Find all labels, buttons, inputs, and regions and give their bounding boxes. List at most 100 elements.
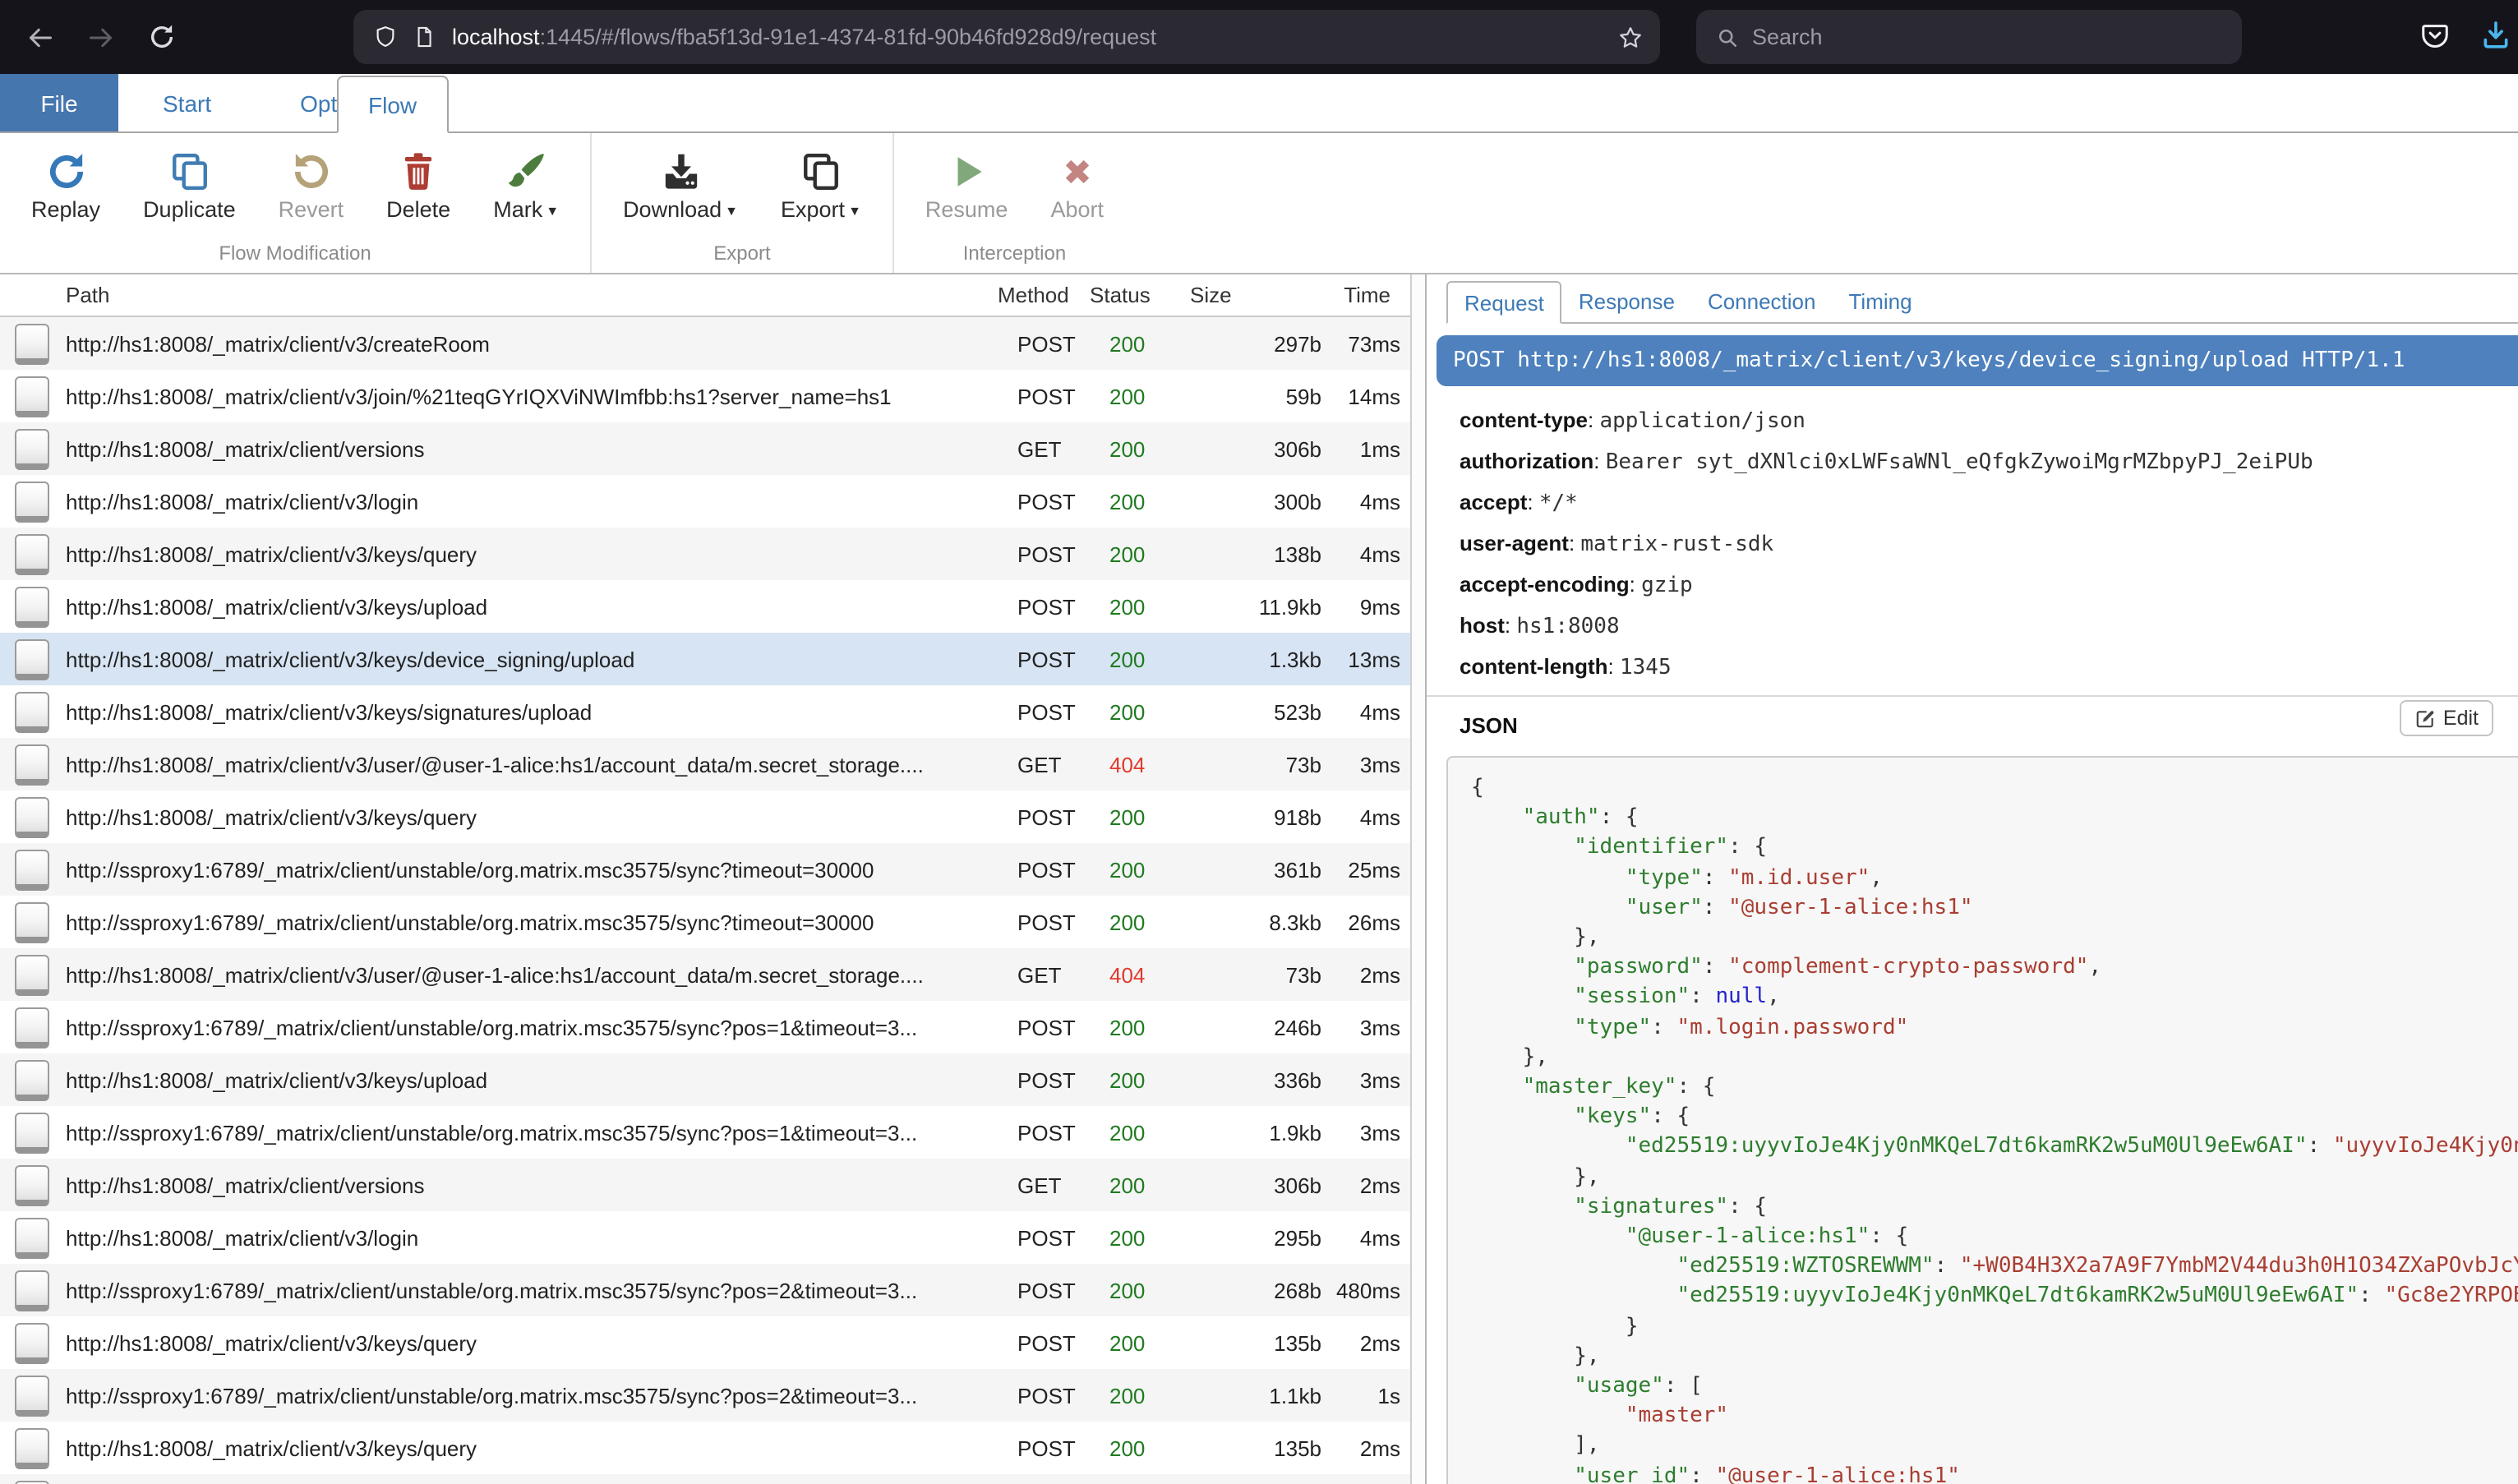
flow-row[interactable]: http://hs1:8008/_matrix/client/v3/keys/q…: [0, 790, 1410, 843]
menu-file-button[interactable]: File: [0, 74, 118, 131]
flow-time: 73ms: [1321, 331, 1410, 356]
flow-method: POST: [1017, 1015, 1109, 1039]
tab-request[interactable]: Request: [1446, 281, 1562, 324]
flow-row[interactable]: http://hs1:8008/_matrix/client/v3/keys/s…: [0, 685, 1410, 738]
flow-row[interactable]: http://hs1:8008/_matrix/client/v3/keys/u…: [0, 1053, 1410, 1106]
tab-timing[interactable]: Timing: [1833, 281, 1929, 324]
column-header-time[interactable]: Time: [1312, 283, 1410, 307]
flow-size: 295b: [1200, 1225, 1321, 1250]
flow-row[interactable]: http://ssproxy1:6789/_matrix/client/unst…: [0, 1106, 1410, 1159]
flow-path: http://hs1:8008/_matrix/client/v3/keys/u…: [62, 1067, 1017, 1092]
document-icon: [15, 638, 49, 680]
shield-icon[interactable]: [373, 25, 398, 49]
flow-size: 523b: [1200, 699, 1321, 724]
downloads-icon[interactable]: [2480, 20, 2511, 51]
column-header-size[interactable]: Size: [1180, 283, 1312, 307]
flow-time: 25ms: [1321, 857, 1410, 882]
toolbar-group-caption: Flow Modification: [10, 242, 580, 273]
flow-row[interactable]: http://ssproxy1:6789/_matrix/client/unst…: [0, 1369, 1410, 1422]
url-text: localhost:1445/#/flows/fba5f13d-91e1-437…: [452, 25, 1156, 49]
flow-type-cell: [0, 1007, 62, 1048]
toolbar-button-export[interactable]: Export▼: [759, 148, 883, 222]
flow-row[interactable]: http://ssproxy1:6789/_matrix/client/unst…: [0, 843, 1410, 896]
flow-toolbar: ReplayDuplicate Revert DeleteMark▼ Flow Mod…: [0, 133, 2518, 274]
flow-row[interactable]: http://ssproxy1:6789/_matrix/client/unst…: [0, 896, 1410, 948]
flow-row[interactable]: http://hs1:8008/_matrix/client/v3/loginP…: [0, 475, 1410, 528]
menu-tab-flow[interactable]: Flow: [337, 76, 448, 133]
json-line: "ed25519:WZTOSREWWM": "+W0B4H3X2a7A9F7Ym…: [1471, 1253, 2518, 1283]
request-header-line[interactable]: content-length: 1345: [1460, 654, 2518, 680]
flow-time: 4ms: [1321, 542, 1410, 566]
bookmark-star-icon[interactable]: [1617, 24, 1644, 50]
toolbar-button-label: Revert: [279, 197, 344, 222]
flow-row[interactable]: http://ssproxy1:6789/_matrix/client/unst…: [0, 1264, 1410, 1316]
flow-path: http://ssproxy1:6789/_matrix/client/unst…: [62, 1120, 1017, 1145]
flow-row[interactable]: http://hs1:8008/_matrix/client/versionsG…: [0, 422, 1410, 475]
toolbar-button-duplicate[interactable]: Duplicate: [122, 148, 257, 222]
flow-type-cell: [0, 533, 62, 574]
flow-status: 200: [1109, 436, 1200, 461]
toolbar-button-delete[interactable]: Delete: [365, 148, 472, 222]
browser-search-field[interactable]: Search: [1696, 10, 2242, 64]
column-header-path[interactable]: Path: [62, 283, 998, 307]
flow-row[interactable]: http://hs1:8008/_matrix/client/v3/keys/q…: [0, 528, 1410, 580]
flow-row[interactable]: http://hs1:8008/_matrix/client/v3/create…: [0, 317, 1410, 370]
toolbar-button-download[interactable]: Download▼: [602, 148, 759, 222]
flow-time: 1s: [1321, 1383, 1410, 1408]
request-header-line[interactable]: accept: */*: [1460, 490, 2518, 516]
flow-status: 200: [1109, 1278, 1200, 1302]
flow-size: 73b: [1200, 752, 1321, 777]
json-line: "type": "m.login.password": [1471, 1013, 2518, 1043]
header-value: application/json: [1599, 409, 1805, 434]
request-header-line[interactable]: content-type: application/json: [1460, 408, 2518, 434]
request-header-line[interactable]: host: hs1:8008: [1460, 613, 2518, 639]
browser-back-button[interactable]: [16, 14, 62, 60]
request-header-line[interactable]: user-agent: matrix-rust-sdk: [1460, 531, 2518, 557]
flow-row[interactable]: http://hs1:8008/_matrix/client/versionsG…: [0, 1159, 1410, 1211]
flow-row[interactable]: http://hs1:8008/_matrix/client/v3/user/@…: [0, 738, 1410, 790]
flow-row[interactable]: http://hs1:8008/_matrix/client/v3/join/%…: [0, 370, 1410, 422]
url-bar[interactable]: localhost:1445/#/flows/fba5f13d-91e1-437…: [353, 10, 1660, 64]
flow-type-cell: [0, 1474, 62, 1484]
request-header-line[interactable]: authorization: Bearer syt_dXNlci0xLWFsaW…: [1460, 449, 2518, 475]
flow-status: 200: [1109, 1173, 1200, 1197]
browser-reload-button[interactable]: [138, 14, 184, 60]
flow-row[interactable]: http://hs1:8008/_matrix/client/v3/keys/u…: [0, 580, 1410, 633]
tab-connection[interactable]: Connection: [1691, 281, 1833, 324]
flow-row[interactable]: http://hs1:8008/_matrix/client/v3/user/@…: [0, 948, 1410, 1001]
tab-response[interactable]: Response: [1562, 281, 1691, 324]
flow-status: 200: [1109, 910, 1200, 934]
forward-icon: [87, 22, 117, 52]
flow-method: POST: [1017, 647, 1109, 671]
flow-size: 246b: [1200, 1015, 1321, 1039]
header-value: */*: [1539, 491, 1578, 516]
flow-size: 1.3kb: [1200, 647, 1321, 671]
document-icon: [15, 1217, 49, 1258]
flow-type-cell: [0, 796, 62, 837]
json-line: {: [1471, 774, 2518, 804]
flow-row[interactable]: http://hs1:8008/_matrix/client/v3/keys/d…: [0, 633, 1410, 685]
toolbar-button-mark[interactable]: Mark▼: [472, 148, 580, 222]
flow-row[interactable]: http://hs1:8008/_matrix/client/v3/keys/q…: [0, 1422, 1410, 1474]
request-header-line[interactable]: accept-encoding: gzip: [1460, 572, 2518, 598]
flow-row[interactable]: http://hs1:8008/_matrix/client/v3/loginP…: [0, 1211, 1410, 1264]
pocket-icon[interactable]: [2419, 20, 2451, 51]
browser-forward-button[interactable]: [79, 14, 125, 60]
column-header-status[interactable]: Status: [1090, 283, 1180, 307]
flow-method: POST: [1017, 1120, 1109, 1145]
menu-start[interactable]: Start: [118, 90, 256, 116]
toolbar-group-interception: ResumeAbortInterception: [894, 133, 1135, 273]
column-header-method[interactable]: Method: [998, 283, 1090, 307]
request-first-line[interactable]: POST http://hs1:8008/_matrix/client/v3/k…: [1437, 335, 2518, 386]
flow-row[interactable]: http://hs1:8008/_matrix/client/v3/keys/q…: [0, 1316, 1410, 1369]
caret-down-icon: ▼: [848, 204, 861, 219]
flow-list-scrollbar[interactable]: [1410, 274, 1427, 1484]
flow-method: POST: [1017, 1067, 1109, 1092]
flow-row-partial[interactable]: [0, 1474, 1410, 1484]
toolbar-button-replay[interactable]: Replay: [10, 148, 122, 222]
flow-type-cell: [0, 428, 62, 469]
flow-row[interactable]: http://ssproxy1:6789/_matrix/client/unst…: [0, 1001, 1410, 1053]
edit-button[interactable]: Edit: [2400, 700, 2493, 736]
flow-path: http://hs1:8008/_matrix/client/v3/join/%…: [62, 384, 1017, 408]
page-icon[interactable]: [413, 25, 436, 49]
